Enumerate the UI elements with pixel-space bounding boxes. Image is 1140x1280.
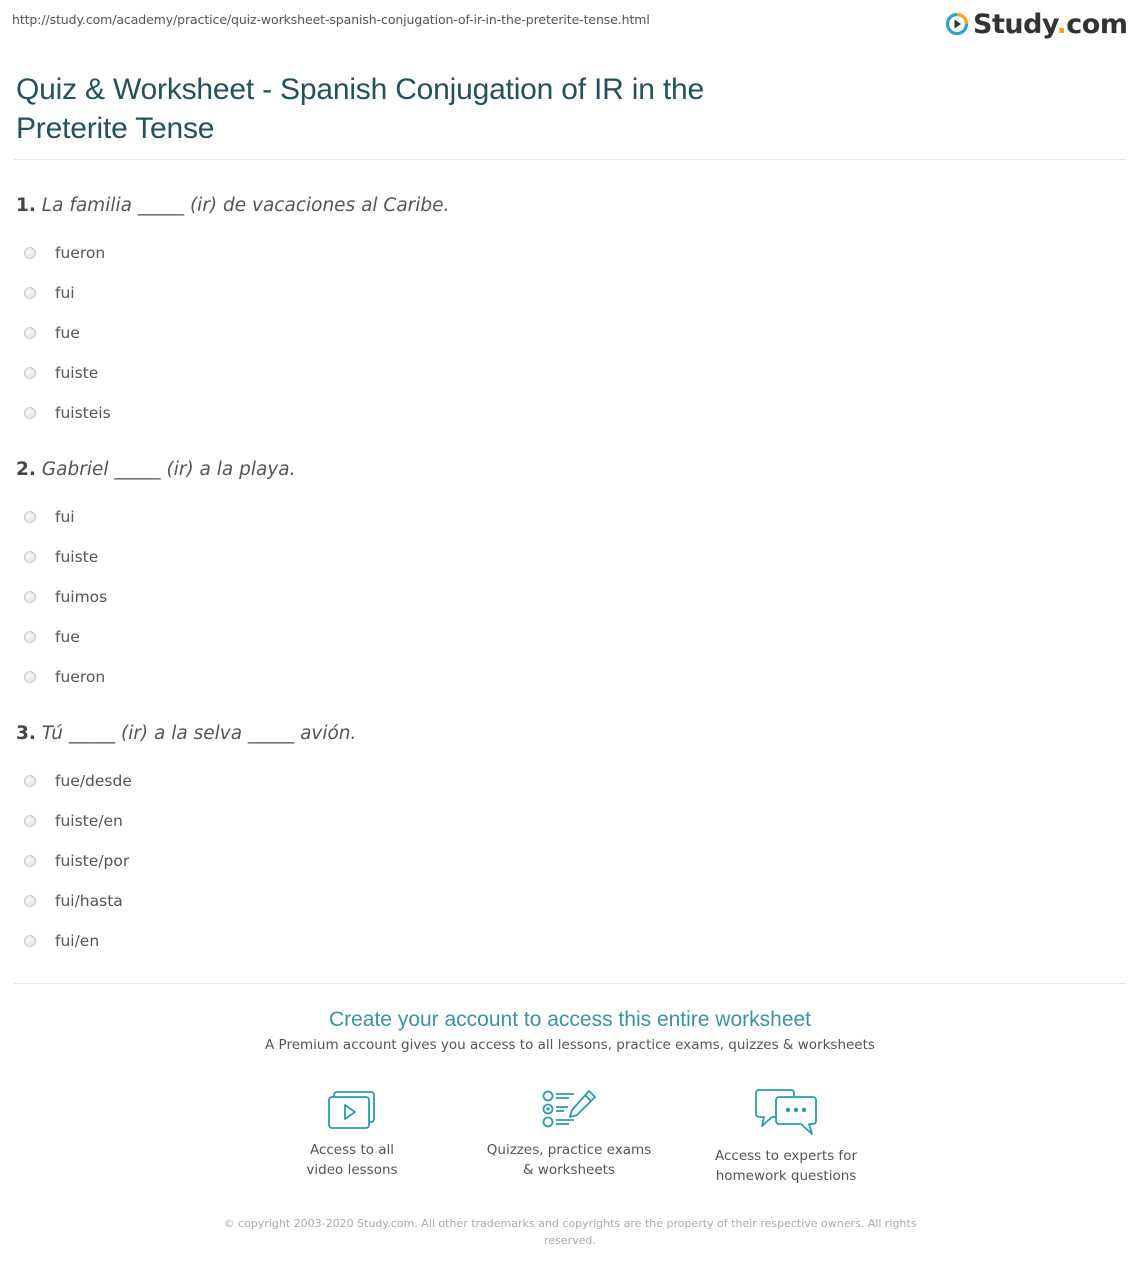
feature-video-lessons: Access to all video lessons (252, 1088, 452, 1180)
answer-option[interactable]: fueron (16, 233, 449, 273)
answer-option[interactable]: fue/desde (16, 761, 356, 801)
radio-button[interactable] (24, 287, 36, 299)
radio-button[interactable] (24, 671, 36, 683)
question-1: 1. La familia _____ (ir) de vacaciones a… (16, 193, 449, 433)
answer-option[interactable]: fuisteis (16, 393, 449, 433)
page-title: Quiz & Worksheet - Spanish Conjugation o… (16, 73, 704, 145)
radio-button[interactable] (24, 327, 36, 339)
question-text: 2. Gabriel _____ (ir) a la playa. (16, 459, 296, 480)
answer-option[interactable]: fuiste/en (16, 801, 356, 841)
answer-options: fue/desde fuiste/en fuiste/por fui/hasta… (16, 761, 356, 961)
play-circle-icon (945, 12, 969, 36)
answer-option[interactable]: fui (16, 273, 449, 313)
radio-button[interactable] (24, 815, 36, 827)
answer-option[interactable]: fueron (16, 657, 296, 697)
answer-option[interactable]: fui/hasta (16, 881, 356, 921)
quiz-checklist-icon (542, 1090, 596, 1128)
answer-option[interactable]: fue (16, 617, 296, 657)
radio-button[interactable] (24, 551, 36, 563)
radio-button[interactable] (24, 247, 36, 259)
question-text: 3. Tú _____ (ir) a la selva _____ avión. (16, 723, 357, 744)
signup-cta: Create your account to access this entir… (0, 1006, 1140, 1054)
feature-experts: Access to experts for homework questions (686, 1088, 886, 1186)
question-2: 2. Gabriel _____ (ir) a la playa. fui fu… (16, 457, 296, 697)
feature-quizzes: Quizzes, practice exams & worksheets (469, 1088, 669, 1180)
questions-divider (14, 983, 1126, 984)
answer-option[interactable]: fuimos (16, 577, 296, 617)
answer-option[interactable]: fue (16, 313, 449, 353)
copyright-footer: © copyright 2003-2020 Study.com. All oth… (223, 1217, 917, 1247)
answer-option[interactable]: fuiste/por (16, 841, 356, 881)
answer-option[interactable]: fui (16, 497, 296, 537)
radio-button[interactable] (24, 855, 36, 867)
radio-button[interactable] (24, 591, 36, 603)
radio-button[interactable] (24, 367, 36, 379)
page-url: http://study.com/academy/practice/quiz-w… (12, 12, 650, 27)
answer-option[interactable]: fuiste (16, 353, 449, 393)
radio-button[interactable] (24, 895, 36, 907)
premium-features: Access to all video lessons Quizzes, pra… (0, 1088, 1140, 1198)
title-divider (14, 159, 1126, 160)
answer-options: fueron fui fue fuiste fuisteis (16, 233, 449, 433)
answer-option[interactable]: fui/en (16, 921, 356, 961)
cta-title[interactable]: Create your account to access this entir… (0, 1006, 1140, 1034)
radio-button[interactable] (24, 631, 36, 643)
video-lessons-icon (328, 1091, 375, 1129)
question-text: 1. La familia _____ (ir) de vacaciones a… (16, 195, 450, 216)
question-3: 3. Tú _____ (ir) a la selva _____ avión.… (16, 721, 356, 961)
feature-label: Access to experts for homework questions (714, 1148, 857, 1184)
cta-subtitle: A Premium account gives you access to al… (265, 1037, 875, 1053)
radio-button[interactable] (24, 407, 36, 419)
feature-label: Access to all video lessons (306, 1142, 398, 1178)
study-com-logo[interactable]: Study.com (945, 7, 1128, 41)
answer-options: fui fuiste fuimos fue fueron (16, 497, 296, 697)
radio-button[interactable] (24, 511, 36, 523)
radio-button[interactable] (24, 935, 36, 947)
answer-option[interactable]: fuiste (16, 537, 296, 577)
logo-text: Study.com (973, 8, 1128, 40)
chat-bubbles-icon (755, 1089, 817, 1135)
feature-label: Quizzes, practice exams & worksheets (486, 1142, 652, 1178)
radio-button[interactable] (24, 775, 36, 787)
